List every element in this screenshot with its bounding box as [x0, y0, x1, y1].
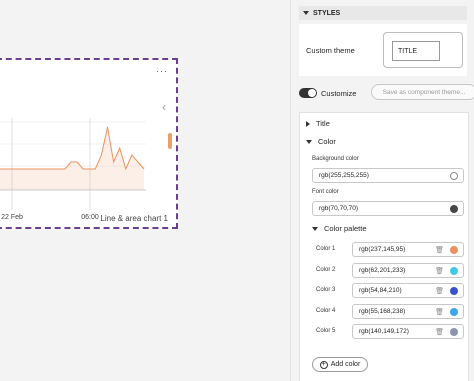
- x-tick-label: 22 Feb: [1, 214, 23, 221]
- trash-icon[interactable]: 🗑: [435, 328, 444, 336]
- background-color-swatch[interactable]: [450, 172, 458, 180]
- background-color-label: Background color: [312, 156, 359, 162]
- caret-down-icon: [306, 139, 312, 144]
- palette-color-field[interactable]: rgb(55,168,238) 🗑: [352, 303, 464, 319]
- caret-right-icon: [306, 120, 310, 127]
- palette-color-swatch[interactable]: [450, 287, 458, 295]
- color-section-toggle[interactable]: Color: [306, 137, 336, 146]
- palette-color-swatch[interactable]: [450, 266, 458, 275]
- font-color-field[interactable]: rgb(70,70,70): [312, 201, 464, 216]
- theme-preview[interactable]: TITLE: [383, 32, 463, 68]
- caret-down-icon: [303, 11, 309, 15]
- trash-icon[interactable]: 🗑: [435, 287, 444, 295]
- more-options-icon[interactable]: ···: [156, 66, 168, 76]
- color-section-label: Color: [318, 137, 336, 146]
- properties-panel: Title Color Background color rgb(255,255…: [299, 112, 469, 381]
- palette-color-value: rgb(55,168,238): [359, 307, 406, 315]
- resize-handle[interactable]: [168, 133, 172, 149]
- line-area-chart-visual[interactable]: 22 Feb 06:00 ··· ‹ Line & area chart 1: [0, 58, 178, 229]
- palette-color-label: Color 2: [316, 266, 336, 273]
- plus-icon: +: [319, 360, 328, 369]
- palette-color-value: rgb(237,145,95): [359, 246, 406, 253]
- palette-color-swatch[interactable]: [450, 246, 458, 254]
- styles-pane: STYLES Custom theme TITLE Customize Save…: [290, 0, 474, 381]
- chart-caption: Line & area chart 1: [100, 214, 168, 223]
- palette-color-value: rgb(140,149,172): [359, 328, 409, 335]
- palette-color-field[interactable]: rgb(140,149,172) 🗑: [352, 324, 464, 339]
- customize-row: Customize Save as component theme...: [299, 84, 474, 102]
- chart-svg: 22 Feb 06:00: [0, 118, 146, 221]
- styles-section-header[interactable]: STYLES: [299, 6, 467, 20]
- series-layer: [0, 126, 145, 190]
- add-color-label: Add color: [330, 361, 361, 368]
- title-section-toggle[interactable]: Title: [306, 119, 330, 128]
- palette-color-field[interactable]: rgb(54,84,210) 🗑: [352, 283, 464, 298]
- trash-icon[interactable]: 🗑: [435, 308, 444, 316]
- font-color-label: Font color: [312, 189, 339, 195]
- trash-icon[interactable]: 🗑: [435, 246, 444, 254]
- custom-theme-card: Custom theme TITLE: [299, 24, 467, 76]
- x-tick-label: 06:00: [81, 214, 99, 221]
- trash-icon[interactable]: 🗑: [435, 267, 444, 275]
- title-section-label: Title: [316, 119, 330, 128]
- palette-color-field[interactable]: rgb(62,201,233) 🗑: [352, 262, 464, 278]
- theme-preview-title: TITLE: [392, 41, 440, 61]
- chevron-left-icon[interactable]: ‹: [162, 100, 166, 114]
- palette-color-label: Color 5: [316, 328, 336, 334]
- background-color-field[interactable]: rgb(255,255,255): [312, 168, 464, 183]
- palette-color-value: rgb(54,84,210): [359, 287, 402, 294]
- customize-toggle[interactable]: [299, 88, 317, 98]
- color-palette-toggle[interactable]: Color palette: [312, 224, 367, 233]
- customize-label: Customize: [321, 89, 357, 98]
- caret-down-icon: [312, 226, 318, 231]
- save-component-theme-button[interactable]: Save as component theme...: [371, 84, 474, 100]
- font-color-swatch[interactable]: [450, 205, 458, 213]
- styles-title: STYLES: [313, 9, 341, 17]
- report-canvas: 22 Feb 06:00 ··· ‹ Line & area chart 1: [0, 0, 290, 381]
- palette-color-swatch[interactable]: [450, 328, 458, 336]
- palette-color-label: Color 4: [316, 307, 336, 314]
- toggle-knob: [308, 89, 316, 97]
- palette-color-label: Color 3: [316, 287, 336, 293]
- palette-color-field[interactable]: rgb(237,145,95) 🗑: [352, 242, 464, 257]
- palette-color-value: rgb(62,201,233): [359, 266, 406, 274]
- custom-theme-label: Custom theme: [306, 46, 355, 55]
- background-color-value: rgb(255,255,255): [319, 172, 369, 179]
- palette-color-swatch[interactable]: [450, 307, 458, 316]
- add-color-button[interactable]: + Add color: [312, 357, 368, 372]
- palette-color-label: Color 1: [316, 246, 336, 252]
- color-palette-label: Color palette: [324, 224, 367, 233]
- font-color-value: rgb(70,70,70): [319, 205, 359, 212]
